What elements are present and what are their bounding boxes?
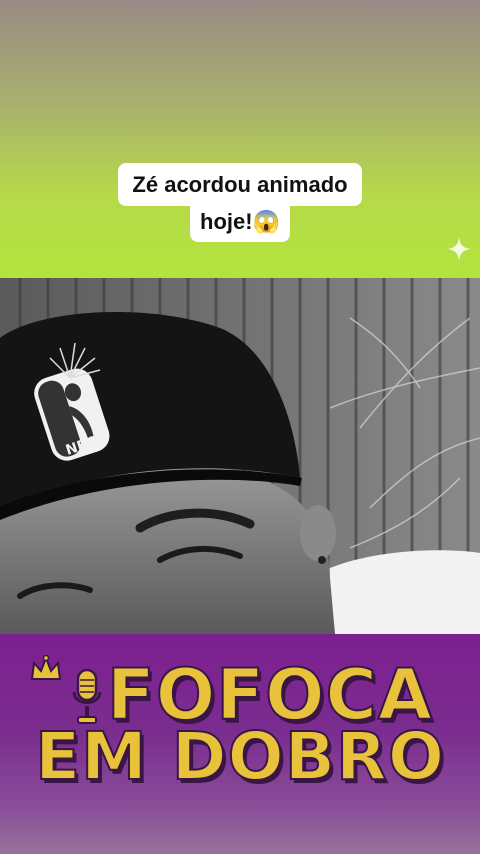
sparkle-icon xyxy=(447,237,471,261)
brand-title-line-2: EM DOBRO xyxy=(34,718,445,795)
caption-line-2: hoje!😱 xyxy=(190,202,290,242)
caption-line-1: Zé acordou animado xyxy=(118,163,362,206)
video-frame-image: NBA xyxy=(0,278,480,634)
video-frame[interactable]: NBA xyxy=(0,278,480,634)
video-caption: Zé acordou animado hoje!😱 xyxy=(0,163,480,242)
